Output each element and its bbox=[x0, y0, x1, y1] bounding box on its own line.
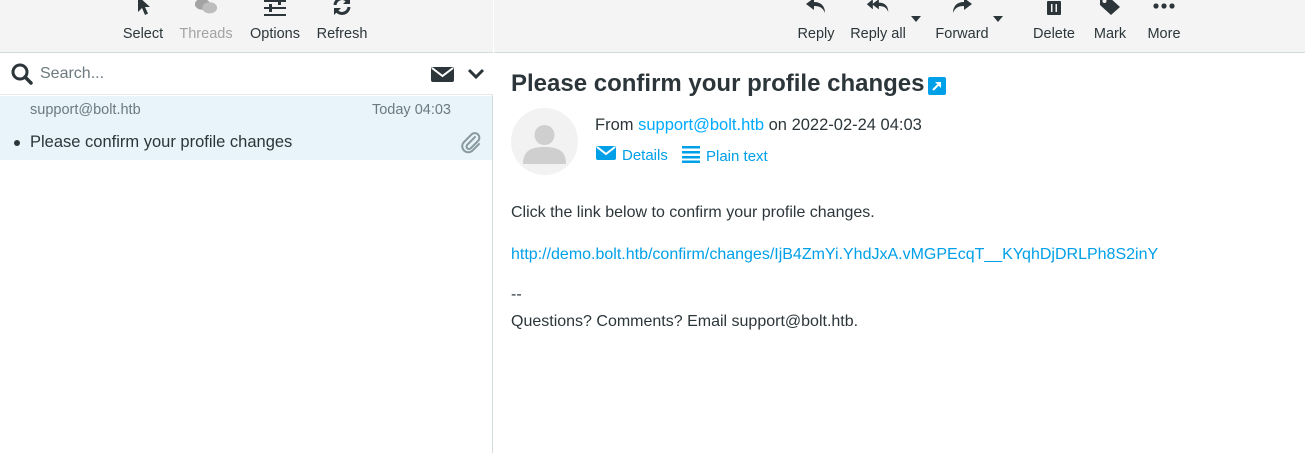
avatar-icon bbox=[511, 125, 578, 175]
reply-icon bbox=[804, 0, 828, 16]
details-link[interactable]: Details bbox=[596, 145, 668, 165]
reply-all-button[interactable]: Reply all bbox=[848, 0, 908, 53]
forward-label: Forward bbox=[935, 26, 989, 42]
message-toolbar: Reply Reply all Forward Delete Mark More bbox=[494, 0, 1305, 53]
popout-icon[interactable] bbox=[928, 77, 946, 95]
message-view-pane: Reply Reply all Forward Delete Mark More… bbox=[494, 0, 1305, 453]
reply-all-icon bbox=[866, 0, 890, 16]
envelope-icon[interactable] bbox=[431, 65, 455, 83]
from-prefix: From bbox=[595, 116, 634, 134]
unread-dot-icon bbox=[14, 140, 20, 146]
more-label: More bbox=[1147, 26, 1181, 42]
on-word: on bbox=[768, 116, 787, 134]
mail-body-line: Click the link below to confirm your pro… bbox=[511, 204, 875, 221]
options-icon bbox=[263, 0, 287, 16]
message-subject: Please confirm your profile changes bbox=[30, 133, 293, 151]
message-list-pane: Select Threads Options Refresh Search...… bbox=[0, 0, 493, 453]
plain-text-icon bbox=[682, 145, 700, 167]
more-button[interactable]: More bbox=[1140, 0, 1188, 53]
delete-button[interactable]: Delete bbox=[1030, 0, 1078, 53]
select-label: Select bbox=[122, 26, 164, 42]
options-button[interactable]: Options bbox=[246, 0, 304, 53]
from-address-link[interactable]: support@bolt.htb bbox=[638, 116, 764, 134]
mark-button[interactable]: Mark bbox=[1088, 0, 1132, 53]
plain-text-link[interactable]: Plain text bbox=[682, 145, 768, 167]
signature-separator: -- bbox=[511, 286, 522, 303]
mark-label: Mark bbox=[1093, 26, 1127, 42]
list-toolbar: Select Threads Options Refresh bbox=[0, 0, 493, 53]
select-button[interactable]: Select bbox=[119, 0, 167, 53]
refresh-icon bbox=[330, 0, 354, 16]
reply-all-dropdown-icon[interactable] bbox=[911, 16, 921, 22]
threads-label: Threads bbox=[179, 26, 233, 42]
mail-subject: Please confirm your profile changes bbox=[511, 70, 925, 97]
details-envelope-icon bbox=[596, 145, 616, 165]
paperclip-icon bbox=[460, 132, 482, 154]
search-icon[interactable] bbox=[11, 63, 33, 85]
plain-text-label: Plain text bbox=[706, 147, 768, 165]
message-from: support@bolt.htb bbox=[30, 102, 141, 118]
trash-icon bbox=[1042, 0, 1066, 16]
reply-button[interactable]: Reply bbox=[794, 0, 838, 53]
signature-text: Questions? Comments? Email support@bolt.… bbox=[511, 313, 859, 330]
mail-date: 2022-02-24 04:03 bbox=[791, 116, 922, 134]
reply-all-label: Reply all bbox=[850, 26, 906, 42]
ellipsis-icon bbox=[1152, 0, 1176, 16]
details-label: Details bbox=[622, 146, 668, 164]
message-date: Today 04:03 bbox=[371, 102, 451, 118]
threads-icon bbox=[194, 0, 218, 16]
refresh-button[interactable]: Refresh bbox=[314, 0, 370, 53]
confirm-link[interactable]: http://demo.bolt.htb/confirm/changes/IjB… bbox=[511, 246, 1158, 264]
reply-label: Reply bbox=[797, 26, 835, 42]
refresh-label: Refresh bbox=[316, 26, 368, 42]
options-label: Options bbox=[250, 26, 300, 42]
search-input[interactable] bbox=[40, 61, 420, 87]
threads-button[interactable]: Threads bbox=[176, 0, 236, 53]
forward-icon bbox=[950, 0, 974, 16]
forward-button[interactable]: Forward bbox=[932, 0, 992, 53]
from-line: From support@bolt.htb on 2022-02-24 04:0… bbox=[595, 116, 922, 135]
sender-avatar bbox=[511, 108, 578, 175]
delete-label: Delete bbox=[1033, 26, 1075, 42]
message-list-item[interactable]: support@bolt.htb Today 04:03 Please conf… bbox=[0, 96, 492, 160]
cursor-icon bbox=[131, 0, 155, 16]
chevron-down-icon[interactable] bbox=[467, 67, 485, 81]
tag-icon bbox=[1098, 0, 1122, 16]
forward-dropdown-icon[interactable] bbox=[993, 16, 1003, 22]
search-bar bbox=[0, 53, 493, 95]
